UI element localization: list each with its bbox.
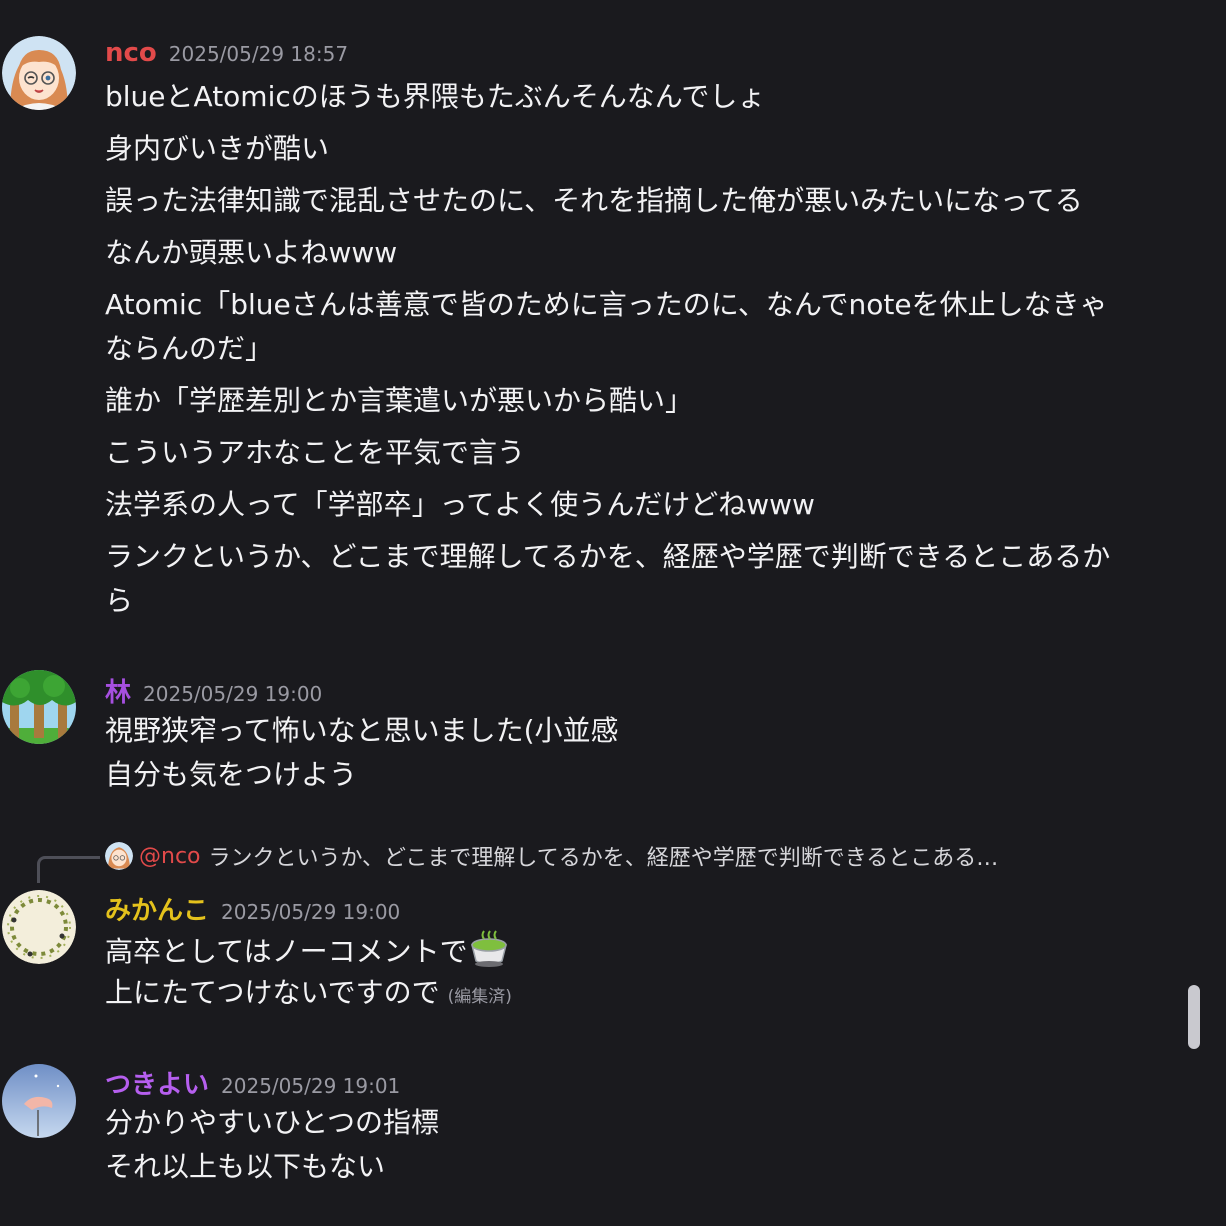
message-line: 高卒としてはノーコメントで — [105, 927, 1135, 974]
leaf-wreath-avatar-icon — [2, 890, 76, 964]
message-header: 林 2025/05/29 19:00 — [105, 672, 322, 709]
message-header: つきよい 2025/05/29 19:01 — [105, 1064, 400, 1101]
message-line: ランクというか、どこまで理解してるかを、経歴や学歴で判断できるとこあるから — [105, 540, 1111, 617]
message-line: 誰か「学歴差別とか言葉遣いが悪いから酷い」 — [105, 384, 694, 417]
timestamp[interactable]: 2025/05/29 19:00 — [143, 682, 322, 706]
message-line: blueとAtomicのほうも界隈もたぶんそんなんでしょ — [105, 80, 766, 113]
message-line: 自分も気をつけよう — [105, 758, 358, 791]
username[interactable]: みかんこ — [105, 896, 209, 926]
chat-message-list: nco 2025/05/29 18:57 blueとAtomicのほうも界隈もたぶ… — [0, 0, 1190, 1226]
message-line: Atomic「blueさんは善意で皆のために言ったのに、なんでnoteを休止しな… — [105, 288, 1108, 365]
anime-girl-glasses-avatar-icon — [105, 842, 133, 870]
reply-preview[interactable]: @nco ランクというか、どこまで理解してるかを、経歴や学歴で判断できるとこある… — [105, 840, 998, 874]
reply-text[interactable]: ランクというか、どこまで理解してるかを、経歴や学歴で判断できるとこある… — [209, 846, 999, 871]
timestamp[interactable]: 2025/05/29 18:57 — [169, 42, 348, 66]
timestamp[interactable]: 2025/05/29 19:00 — [221, 900, 400, 924]
message-line: 誤った法律知識で混乱させたのに、それを指摘した俺が悪いみたいになってる — [105, 184, 1083, 217]
avatar[interactable] — [2, 670, 76, 744]
moon-night-avatar-icon — [2, 1064, 76, 1138]
message-line: 上にたてつけないですので (編集済) — [105, 971, 1135, 1019]
message-line: 分かりやすいひとつの指標 — [105, 1106, 440, 1139]
edited-label: (編集済) — [447, 987, 512, 1007]
anime-girl-glasses-avatar-icon — [2, 36, 76, 110]
message-text: 高卒としてはノーコメントで — [105, 935, 468, 968]
message-text: 上にたてつけないですので — [105, 976, 440, 1009]
message-line: こういうアホなことを平気で言う — [105, 436, 526, 469]
avatar[interactable] — [2, 1064, 76, 1138]
reply-connector — [37, 856, 100, 883]
avatar[interactable] — [2, 890, 76, 964]
username[interactable]: つきよい — [105, 1070, 209, 1100]
message-line: 身内びいきが酷い — [105, 132, 330, 165]
message-line: 法学系の人って「学部卒」ってよく使うんだけどねwww — [105, 488, 815, 521]
message-line: 視野狭窄って怖いなと思いました(小並感 — [105, 714, 619, 747]
username[interactable]: nco — [105, 38, 157, 68]
reply-avatar — [105, 842, 133, 870]
timestamp[interactable]: 2025/05/29 19:01 — [221, 1074, 400, 1098]
reply-mention[interactable]: @nco — [139, 844, 201, 869]
forest-avatar-icon — [2, 670, 76, 744]
username[interactable]: 林 — [105, 678, 131, 708]
avatar[interactable] — [2, 36, 76, 110]
message-header: みかんこ 2025/05/29 19:00 — [105, 890, 400, 927]
message-line: なんか頭悪いよねwww — [105, 236, 398, 269]
message-line: それ以上も以下もない — [105, 1150, 386, 1183]
tea-cup-emoji-icon[interactable] — [468, 927, 510, 969]
message-header: nco 2025/05/29 18:57 — [105, 38, 348, 68]
scrollbar-thumb[interactable] — [1188, 985, 1200, 1049]
